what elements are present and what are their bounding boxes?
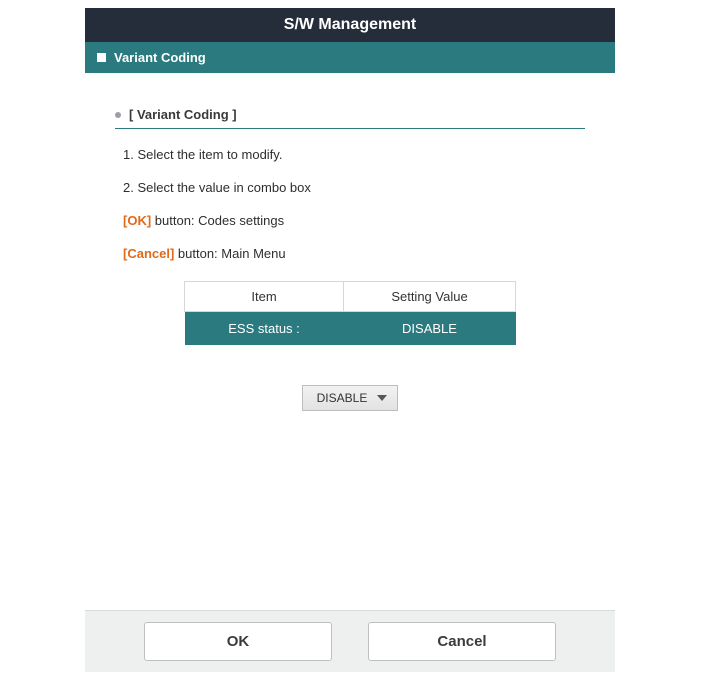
chevron-down-icon (377, 395, 387, 401)
cancel-highlight: [Cancel] (123, 246, 174, 261)
section-underline (115, 128, 585, 129)
instruction-1: 1. Select the item to modify. (123, 147, 585, 162)
ok-button[interactable]: OK (144, 622, 332, 661)
instruction-cancel: [Cancel] button: Main Menu (123, 246, 585, 261)
window-title: S/W Management (85, 8, 615, 42)
cell-item: ESS status : (185, 312, 344, 346)
table-row[interactable]: ESS status : DISABLE (185, 312, 516, 346)
settings-table: Item Setting Value ESS status : DISABLE (184, 281, 516, 345)
subheader-bar: Variant Coding (85, 42, 615, 73)
ok-highlight: [OK] (123, 213, 151, 228)
instruction-ok: [OK] button: Codes settings (123, 213, 585, 228)
settings-table-wrap: Item Setting Value ESS status : DISABLE (184, 281, 516, 345)
footer-bar: OK Cancel (85, 610, 615, 672)
cancel-button[interactable]: Cancel (368, 622, 556, 661)
instruction-2: 2. Select the value in combo box (123, 180, 585, 195)
combo-wrap: DISABLE (115, 385, 585, 411)
subheader-text: Variant Coding (114, 50, 206, 65)
table-header-row: Item Setting Value (185, 282, 516, 312)
col-item: Item (185, 282, 344, 312)
cell-value: DISABLE (344, 312, 516, 346)
section-title: [ Variant Coding ] (129, 107, 237, 122)
ok-button-label: OK (227, 633, 250, 650)
content-area: [ Variant Coding ] 1. Select the item to… (85, 73, 615, 411)
ok-desc: button: Codes settings (151, 213, 284, 228)
dot-bullet-icon (115, 112, 121, 118)
cancel-desc: button: Main Menu (174, 246, 285, 261)
combo-selected: DISABLE (317, 391, 368, 405)
section-title-row: [ Variant Coding ] (115, 107, 585, 122)
window-title-text: S/W Management (284, 16, 416, 33)
sw-management-window: S/W Management Variant Coding [ Variant … (85, 8, 615, 411)
square-bullet-icon (97, 53, 106, 62)
cancel-button-label: Cancel (437, 633, 486, 650)
value-combo[interactable]: DISABLE (302, 385, 399, 411)
col-value: Setting Value (344, 282, 516, 312)
